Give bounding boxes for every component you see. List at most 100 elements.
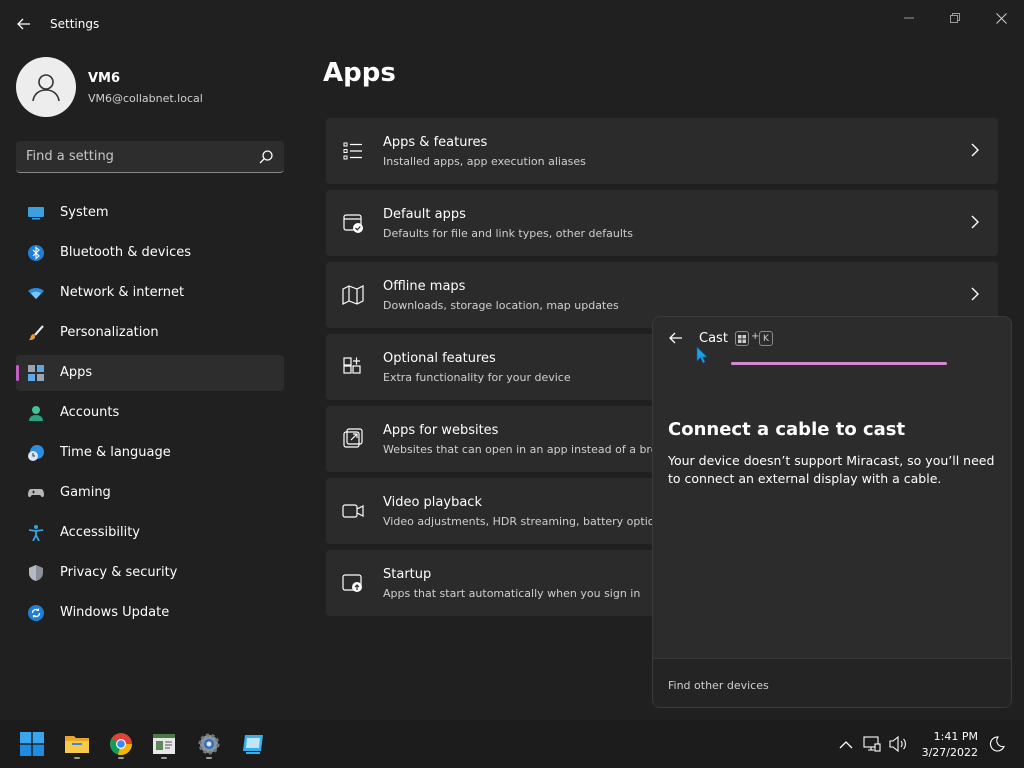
taskbar-chrome[interactable] [105,728,137,760]
sidebar-item-label: System [60,205,109,220]
network-icon [28,288,44,299]
sidebar-item-personalization[interactable]: Personalization [16,315,284,351]
back-arrow-icon [669,332,682,344]
card-title: Optional features [383,351,496,366]
cast-back-button[interactable] [665,327,687,349]
card-subtitle: Extra functionality for your device [383,371,571,384]
sidebar-item-label: Apps [60,365,93,380]
cast-title: Cast [699,331,728,346]
start-button[interactable] [16,728,48,760]
sidebar-item-label: Accessibility [60,525,140,540]
card-title: Apps for websites [383,423,499,438]
file-explorer-icon [65,736,89,753]
default-apps-icon [343,214,363,233]
update-icon [28,605,44,621]
search-box [16,141,284,173]
card-subtitle: Defaults for file and link types, other … [383,227,633,240]
map-icon [342,285,364,305]
volume-icon [889,736,906,752]
sidebar-item-apps[interactable]: Apps [16,355,284,391]
cast-message: Your device doesn’t support Miracast, so… [668,453,995,486]
taskbar-remote-app[interactable] [237,728,269,760]
sidebar-item-label: Windows Update [60,605,170,620]
running-indicator [118,757,124,759]
page-title: Apps [323,58,396,88]
cast-heading: Connect a cable to cast [668,419,906,440]
card-title: Startup [383,567,432,582]
tray-volume[interactable] [888,734,908,754]
sidebar-item-bluetooth[interactable]: Bluetooth & devices [16,235,284,271]
minimize-icon [904,17,914,19]
card-apps-features[interactable]: Apps & features Installed apps, app exec… [326,118,998,184]
bluetooth-icon [28,245,44,261]
find-other-devices-link[interactable]: Find other devices [668,679,769,692]
sidebar-item-system[interactable]: System [16,195,284,231]
card-subtitle: Video adjustments, HDR streaming, batter… [383,515,662,528]
close-button[interactable] [978,4,1024,32]
search-icon[interactable] [258,149,274,165]
taskbar: 1:41 PM 3/27/2022 [0,720,1024,768]
sidebar-item-accessibility[interactable]: Accessibility [16,515,284,551]
minimize-button[interactable] [886,4,932,32]
card-subtitle: Websites that can open in an app instead… [383,443,658,456]
card-subtitle: Installed apps, app execution aliases [383,155,586,168]
chrome-icon [110,733,133,756]
sidebar-item-label: Bluetooth & devices [60,245,191,260]
sidebar-item-label: Privacy & security [60,565,178,580]
network-display-icon [863,736,881,752]
app-title: Settings [50,17,100,31]
user-avatar-icon [32,74,60,102]
settings-icon [198,733,220,755]
gamepad-icon [28,489,44,498]
card-title: Apps & features [383,135,488,150]
taskbar-settings[interactable] [193,728,225,760]
cast-progress-bar [731,362,947,365]
maximize-icon [950,13,960,23]
system-icon [28,207,44,220]
startup-icon [342,574,362,592]
sidebar-item-label: Network & internet [60,285,185,300]
card-subtitle: Downloads, storage location, map updates [383,299,619,312]
video-icon [342,504,364,518]
back-button[interactable] [10,10,38,38]
card-title: Video playback [383,495,482,510]
list-icon [343,142,362,160]
accounts-icon [29,406,43,421]
sidebar-item-network[interactable]: Network & internet [16,275,284,311]
card-default-apps[interactable]: Default apps Defaults for file and link … [326,190,998,256]
running-indicator [74,757,80,759]
back-arrow-icon [17,18,30,30]
cast-footer: Find other devices [653,658,1011,707]
card-subtitle: Apps that start automatically when you s… [383,587,641,600]
sidebar-item-label: Personalization [60,325,159,340]
clock-time[interactable]: 1:41 PM [920,730,978,743]
sidebar-item-label: Accounts [60,405,120,420]
apps-icon [28,365,44,381]
sidebar-item-privacy-security[interactable]: Privacy & security [16,555,284,591]
title-bar: Settings [0,0,1024,48]
add-grid-icon [343,357,361,374]
clock-date[interactable]: 3/27/2022 [914,746,978,759]
card-title: Offline maps [383,279,466,294]
maximize-button[interactable] [932,4,978,32]
night-icon [989,736,1005,752]
remote-icon [243,735,263,754]
sidebar-item-windows-update[interactable]: Windows Update [16,595,284,631]
tray-overflow-button[interactable] [836,734,856,754]
avatar [16,57,76,117]
taskbar-file-explorer[interactable] [61,728,93,760]
shortcut-key: K [759,331,773,346]
mouse-cursor-icon [696,346,708,364]
sidebar-item-label: Gaming [60,485,111,500]
tray-network[interactable] [862,734,882,754]
sidebar-item-gaming[interactable]: Gaming [16,475,284,511]
taskbar-app-window[interactable] [148,728,180,760]
sidebar-item-accounts[interactable]: Accounts [16,395,284,431]
card-title: Default apps [383,207,466,222]
sidebar-item-time-language[interactable]: Time & language [16,435,284,471]
cast-progress-fill [731,362,947,365]
user-profile[interactable]: VM6 VM6@collabnet.local [16,57,286,117]
search-input[interactable] [16,141,252,172]
app-window-icon [153,734,175,754]
notification-button[interactable] [987,734,1007,754]
